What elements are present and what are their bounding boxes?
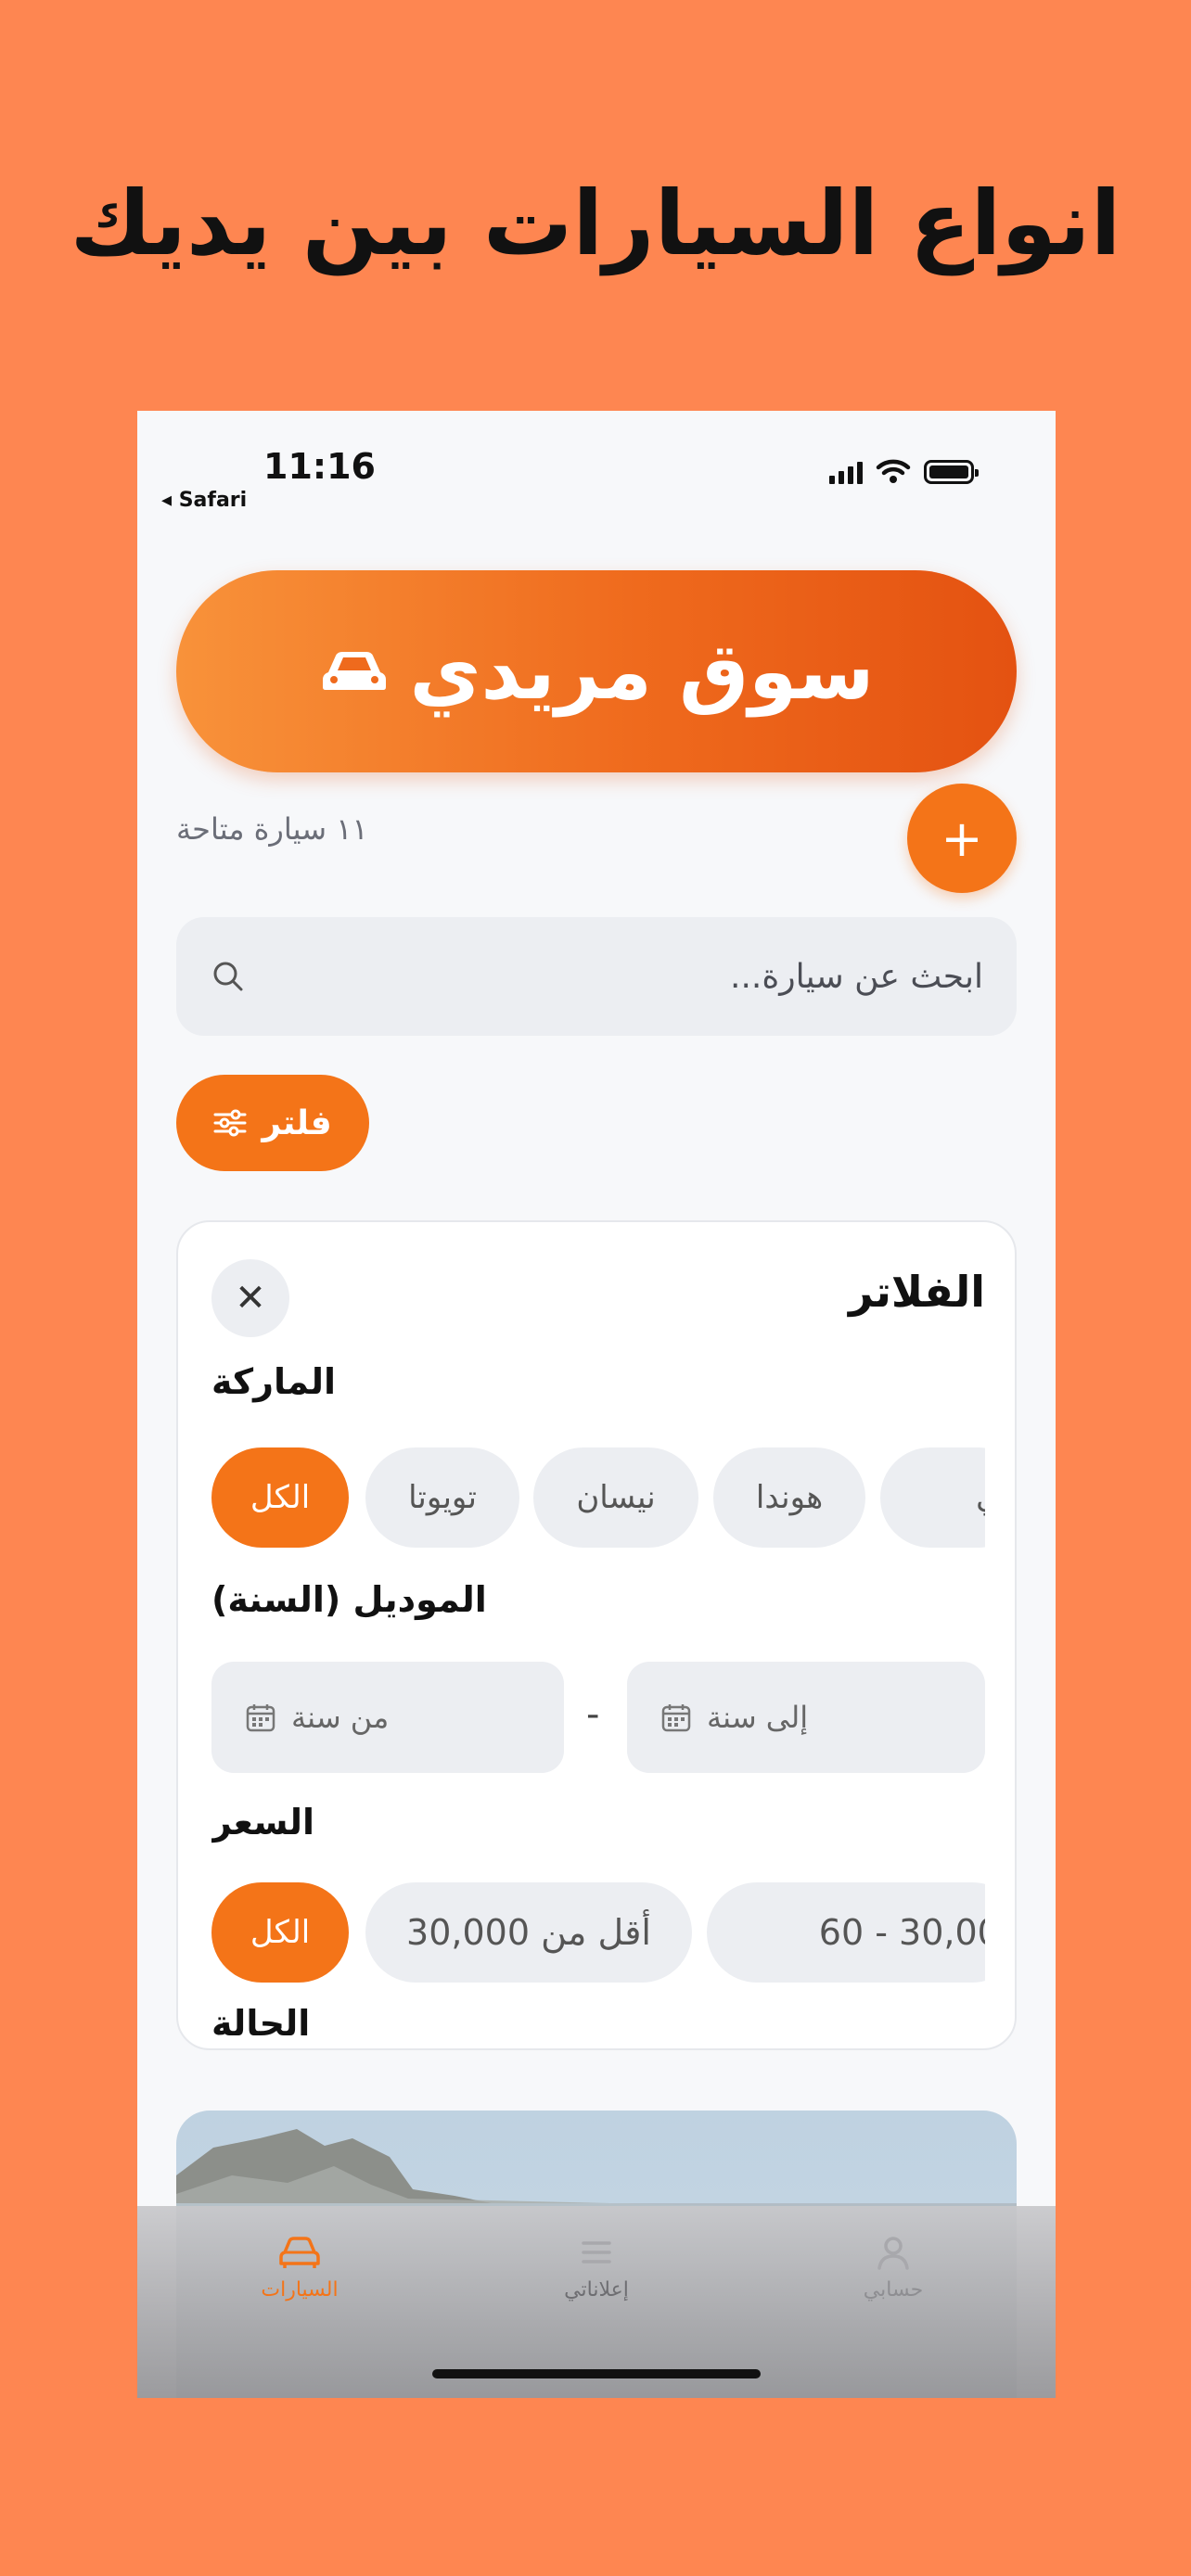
sliders-icon <box>213 1109 247 1137</box>
list-icon <box>582 2241 611 2264</box>
filters-panel: الفلاتر ✕ الماركة الكل تويوتا نيسان هوند… <box>176 1220 1017 2050</box>
search-placeholder: ابحث عن سيارة... <box>730 957 983 996</box>
promo-title: انواع السيارات بين يديك <box>70 172 1121 275</box>
available-cars-count: ١١ سيارة متاحة <box>176 811 368 847</box>
wifi-icon <box>876 459 911 483</box>
back-to-safari[interactable]: ◂ Safari <box>161 489 247 512</box>
price-chip-under-30000[interactable]: أقل من 30,000 <box>365 1882 692 1983</box>
price-label: السعر <box>211 1802 315 1843</box>
from-year-field[interactable]: من سنة <box>211 1662 564 1773</box>
bottom-tab-bar: السيارات إعلاناتي حسابي <box>137 2206 1056 2398</box>
search-icon <box>213 962 243 991</box>
add-listing-button[interactable]: + <box>907 784 1017 893</box>
brand-chip-nissan[interactable]: نيسان <box>533 1447 698 1548</box>
to-year-field[interactable]: إلى سنة <box>627 1662 985 1773</box>
app-title: سوق مريدي <box>409 626 875 717</box>
brand-chip-honda[interactable]: هوندا <box>713 1447 865 1548</box>
status-time: 11:16 <box>263 446 376 487</box>
price-chip-all[interactable]: الكل <box>211 1882 349 1983</box>
calendar-icon <box>661 1704 691 1732</box>
filter-button[interactable]: فلتر <box>176 1075 369 1171</box>
phone-screen: 11:16 ◂ Safari سوق مريدي ١١ سيارة متاحة … <box>137 411 1056 2398</box>
filter-label: فلتر <box>262 1103 332 1142</box>
filters-title: الفلاتر <box>849 1267 985 1317</box>
price-options: الكل أقل من 30,000 30,000 - 60 <box>211 1882 985 1983</box>
model-year-label: الموديل (السنة) <box>211 1579 487 1620</box>
cellular-signal-icon <box>829 460 863 484</box>
to-year-placeholder: إلى سنة <box>707 1700 809 1735</box>
tab-account-label: حسابي <box>863 2278 924 2302</box>
price-chip-30000-60000[interactable]: 30,000 - 60 <box>707 1882 985 1983</box>
brand-options: الكل تويوتا نيسان هوندا شي <box>211 1447 985 1548</box>
close-filters-button[interactable]: ✕ <box>211 1259 289 1337</box>
tab-cars-label: السيارات <box>261 2278 339 2302</box>
brand-label: الماركة <box>211 1361 337 1402</box>
condition-label: الحالة <box>211 2003 311 2044</box>
user-icon <box>877 2237 909 2270</box>
search-input[interactable]: ابحث عن سيارة... <box>176 917 1017 1036</box>
battery-icon <box>924 460 979 484</box>
app-banner: سوق مريدي <box>176 570 1017 772</box>
calendar-icon <box>246 1704 275 1732</box>
tab-my-ads[interactable]: إعلاناتي <box>504 2234 689 2302</box>
car-icon <box>279 2237 320 2268</box>
brand-chip-toyota[interactable]: تويوتا <box>365 1447 519 1548</box>
from-year-placeholder: من سنة <box>291 1700 390 1735</box>
tab-account[interactable]: حسابي <box>800 2234 986 2302</box>
year-range-separator: - <box>586 1693 600 1736</box>
home-indicator[interactable] <box>432 2369 761 2378</box>
tab-my-ads-label: إعلاناتي <box>564 2278 629 2302</box>
status-icons <box>829 459 979 485</box>
brand-chip-all[interactable]: الكل <box>211 1447 349 1548</box>
tab-cars[interactable]: السيارات <box>207 2234 392 2302</box>
brand-chip-partial[interactable]: شي <box>880 1447 985 1548</box>
car-icon <box>319 648 390 695</box>
